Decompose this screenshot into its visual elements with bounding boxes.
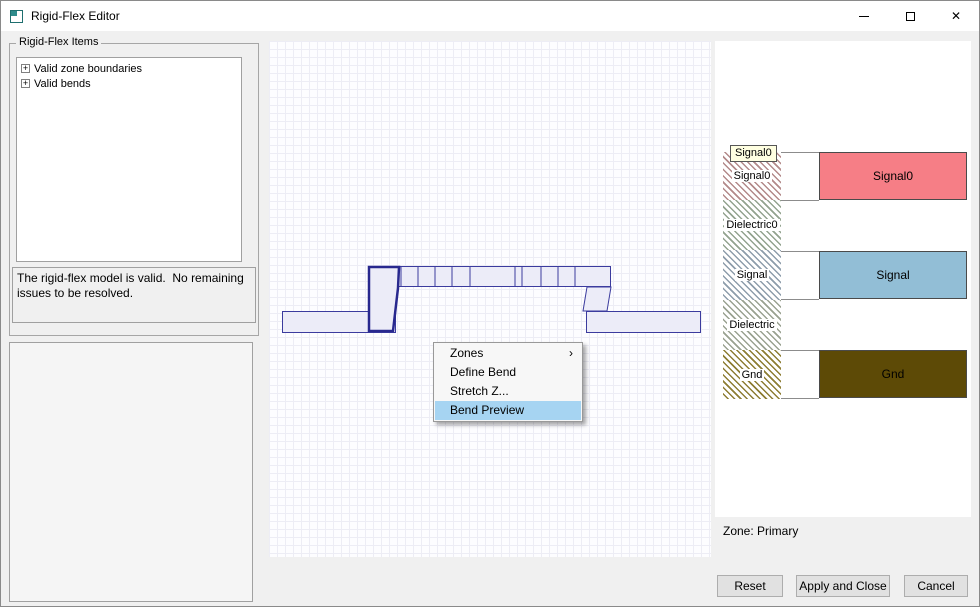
details-panel [9, 342, 253, 602]
stackup-layer-dielectric[interactable]: Dielectric [723, 300, 781, 350]
app-icon [10, 10, 23, 23]
tree-item-label: Valid zone boundaries [34, 63, 142, 75]
menu-item-define-bend[interactable]: Define Bend [435, 363, 581, 382]
cross-section-drawing [269, 41, 711, 557]
layer-tooltip: Signal0 [730, 145, 777, 162]
close-button[interactable]: ✕ [933, 1, 979, 31]
stackup-connector-line [781, 200, 819, 201]
layer-name: Signal [735, 269, 770, 281]
cross-section-canvas[interactable]: Zones › Define Bend Stretch Z... Bend Pr… [269, 41, 711, 557]
titlebar: Rigid-Flex Editor ✕ [1, 1, 979, 31]
stackup-layer-signal[interactable]: Signal [723, 250, 781, 300]
minimize-icon [859, 16, 869, 17]
flex-band[interactable] [370, 267, 611, 287]
expand-icon[interactable]: + [21, 64, 30, 73]
layer-box-signal[interactable]: Signal [819, 251, 967, 299]
tree-item-label: Valid bends [34, 78, 91, 90]
layer-name: Dielectric [727, 319, 776, 331]
menu-item-stretch-z[interactable]: Stretch Z... [435, 382, 581, 401]
window-controls: ✕ [841, 1, 979, 31]
maximize-icon [906, 12, 915, 21]
menu-item-label: Zones [450, 346, 483, 360]
menu-item-label: Define Bend [450, 365, 516, 379]
menu-item-bend-preview[interactable]: Bend Preview [435, 401, 581, 420]
rigid-flex-items-tree[interactable]: + Valid zone boundaries + Valid bends [16, 57, 242, 262]
stackup-connector-line [781, 251, 819, 252]
rigid-flex-editor-window: Rigid-Flex Editor ✕ Rigid-Flex Items + V… [0, 0, 980, 607]
layer-name: Gnd [740, 369, 765, 381]
minimize-button[interactable] [841, 1, 887, 31]
tree-item-valid-zone-boundaries[interactable]: + Valid zone boundaries [19, 61, 239, 76]
submenu-arrow-icon: › [569, 344, 573, 363]
window-title: Rigid-Flex Editor [31, 9, 120, 23]
reset-button[interactable]: Reset [717, 575, 783, 597]
context-menu: Zones › Define Bend Stretch Z... Bend Pr… [433, 342, 583, 422]
layer-name: Dielectric0 [724, 219, 779, 231]
layer-box-signal0[interactable]: Signal0 [819, 152, 967, 200]
validation-status-message: The rigid-flex model is valid. No remain… [12, 267, 256, 323]
rigid-flex-items-group: Rigid-Flex Items + Valid zone boundaries… [9, 43, 259, 336]
stackup-connector-line [781, 350, 819, 351]
stackup-connector-line [781, 152, 819, 153]
stackup-layer-dielectric0[interactable]: Dielectric0 [723, 200, 781, 250]
tree-item-valid-bends[interactable]: + Valid bends [19, 76, 239, 91]
stackup-connector-line [781, 299, 819, 300]
apply-and-close-button[interactable]: Apply and Close [796, 575, 890, 597]
selected-zone[interactable] [369, 267, 399, 331]
layer-box-label: Signal0 [873, 169, 913, 183]
menu-item-label: Bend Preview [450, 403, 524, 417]
menu-item-label: Stretch Z... [450, 384, 509, 398]
stackup-layer-gnd[interactable]: Gnd [723, 350, 781, 399]
expand-icon[interactable]: + [21, 79, 30, 88]
close-icon: ✕ [951, 9, 961, 23]
maximize-button[interactable] [887, 1, 933, 31]
stackup-connector-line [781, 398, 819, 399]
group-title: Rigid-Flex Items [16, 36, 101, 48]
layer-name: Signal0 [732, 170, 773, 182]
layer-box-label: Gnd [882, 367, 905, 381]
right-transition[interactable] [583, 287, 611, 311]
layer-box-gnd[interactable]: Gnd [819, 350, 967, 398]
cancel-button[interactable]: Cancel [904, 575, 968, 597]
right-rigid-section[interactable] [587, 312, 701, 333]
menu-item-zones[interactable]: Zones › [435, 344, 581, 363]
layer-box-label: Signal [876, 268, 909, 282]
zone-label: Zone: Primary [723, 524, 798, 538]
